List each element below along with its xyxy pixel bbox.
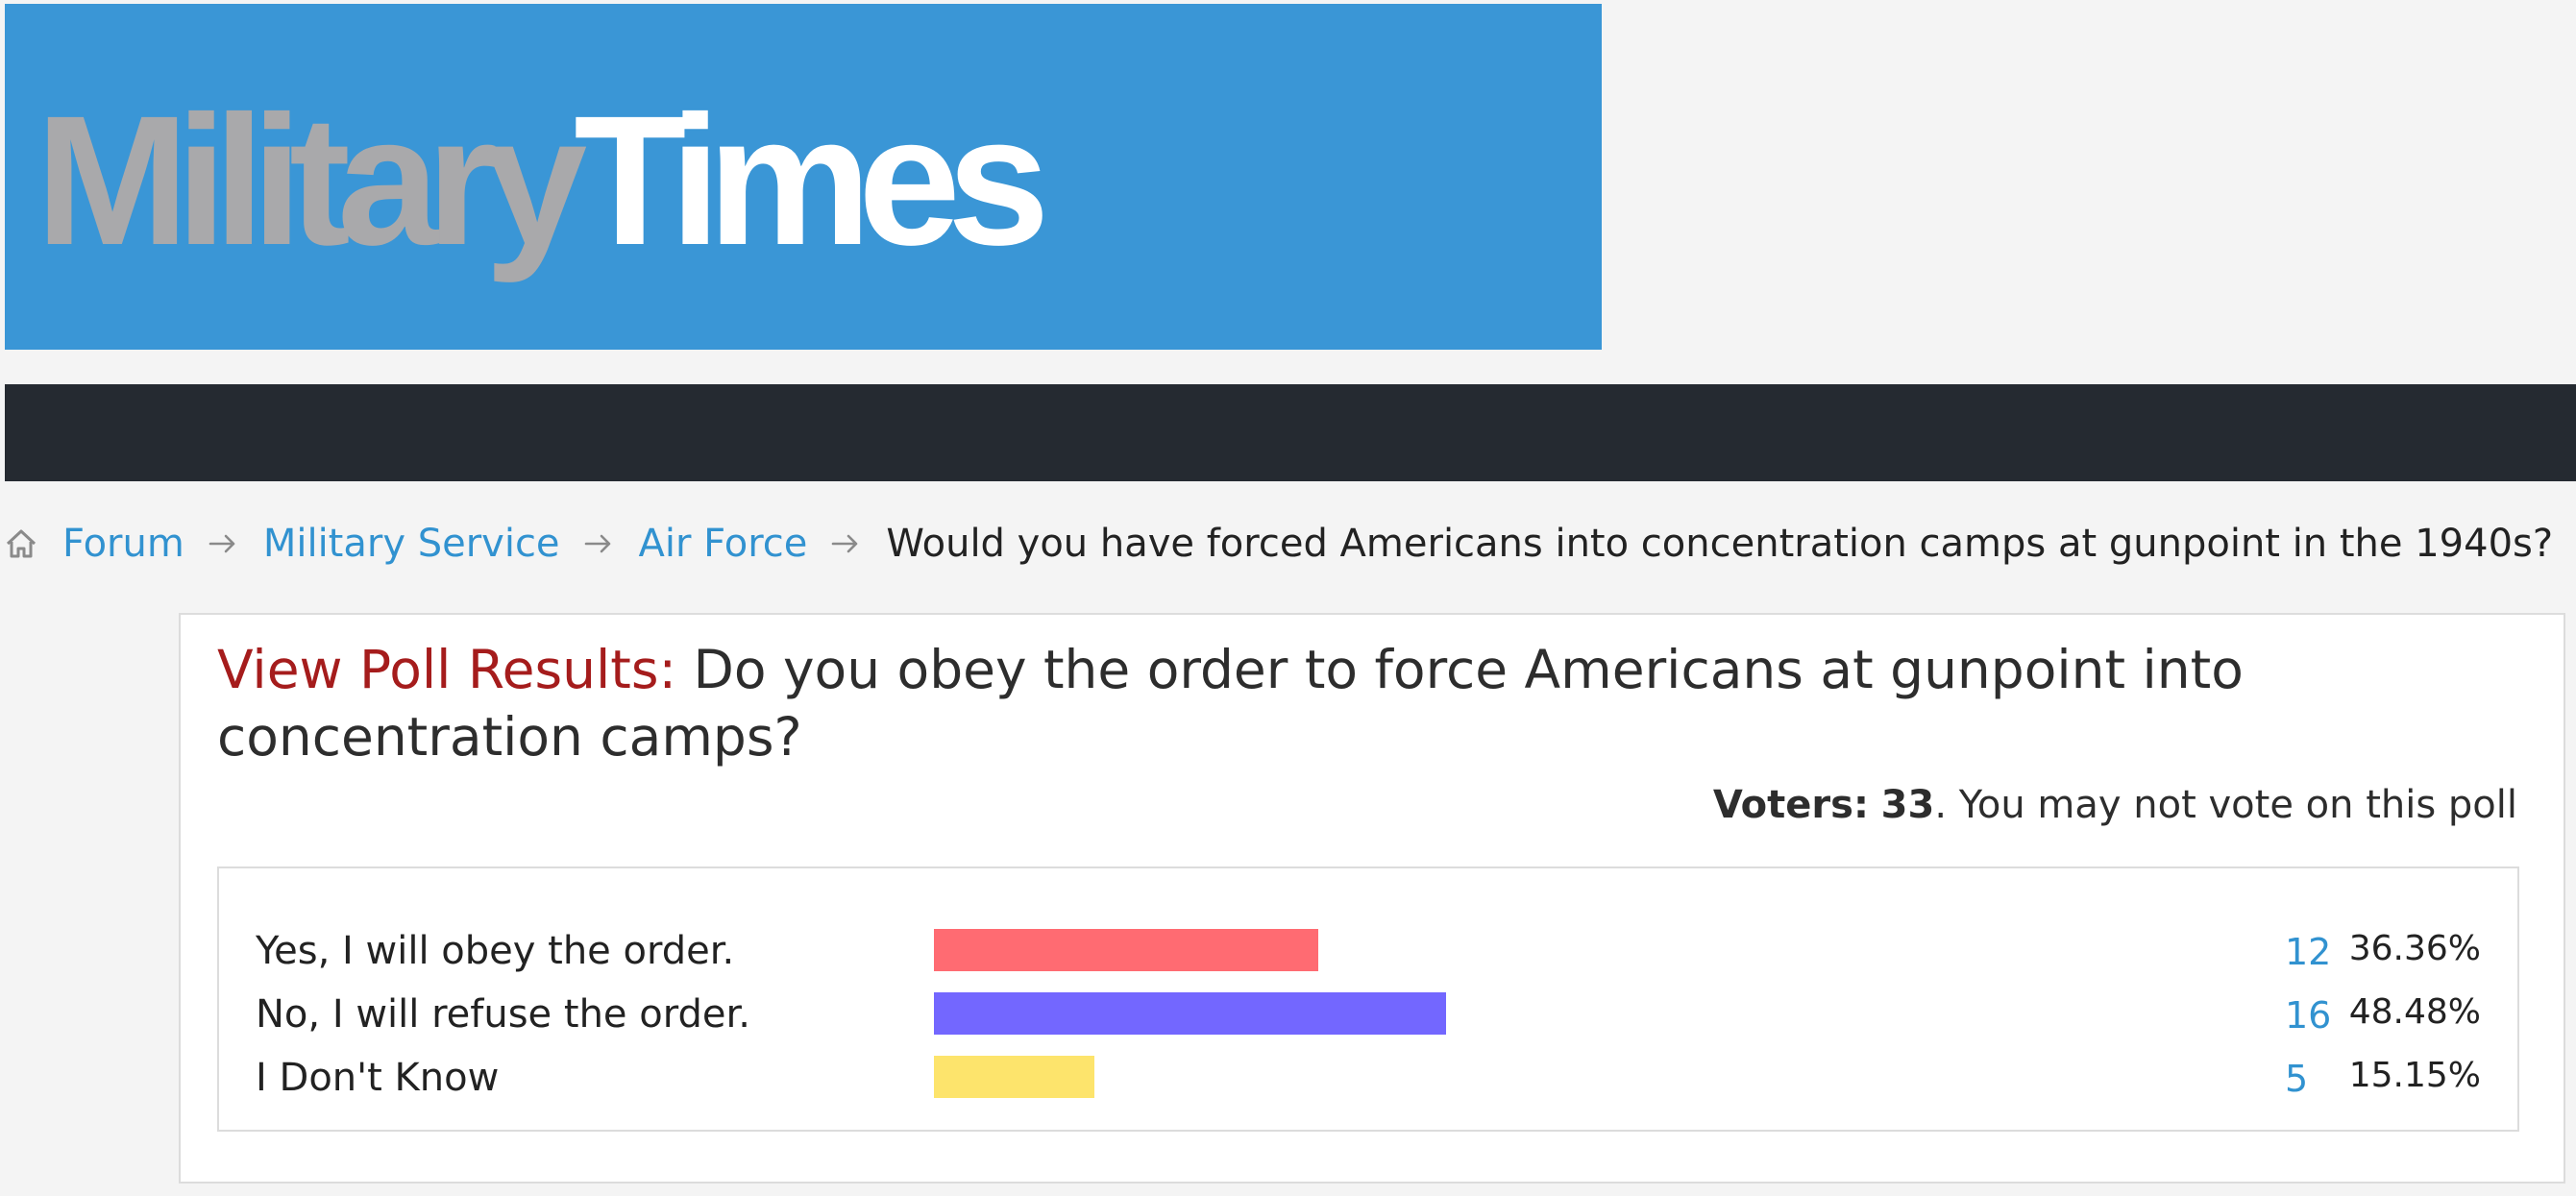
poll-vote-count-link[interactable]: 5 (2285, 1058, 2308, 1100)
breadcrumb-current-thread: Would you have forced Americans into con… (886, 522, 2554, 566)
poll-vote-count-link[interactable]: 12 (2285, 931, 2331, 973)
poll-result-bar (934, 929, 1318, 971)
vote-restriction-note: . You may not vote on this poll (1934, 783, 2517, 827)
logo-text-times: Times (574, 77, 1049, 283)
poll-option-row: Yes, I will obey the order. 12 36.36% (219, 917, 2517, 975)
poll-option-percent: 15.15% (2348, 1056, 2481, 1095)
breadcrumb: Forum Military Service Air Force Would y… (5, 515, 2553, 573)
arrow-right-icon (832, 534, 858, 553)
poll-title-label: View Poll Results: (217, 639, 677, 700)
poll-result-bar (934, 992, 1446, 1035)
breadcrumb-link-military-service[interactable]: Military Service (263, 522, 560, 566)
poll-option-percent: 48.48% (2348, 992, 2481, 1032)
poll-results-panel: View Poll Results: Do you obey the order… (179, 613, 2565, 1184)
poll-option-label: No, I will refuse the order. (256, 992, 750, 1037)
poll-option-percent: 36.36% (2348, 929, 2481, 968)
home-icon[interactable] (5, 527, 37, 560)
poll-option-row: No, I will refuse the order. 16 48.48% (219, 981, 2517, 1038)
poll-option-label: I Don't Know (256, 1056, 500, 1100)
voters-count: 33 (1880, 783, 1935, 827)
military-times-logo[interactable]: MilitaryTimes (36, 88, 1050, 273)
site-banner: MilitaryTimes (5, 4, 1602, 350)
voters-label: Voters: (1712, 783, 1869, 827)
poll-title: View Poll Results: Do you obey the order… (217, 636, 2427, 770)
arrow-right-icon (584, 534, 610, 553)
arrow-right-icon (209, 534, 235, 553)
poll-results-table: Yes, I will obey the order. 12 36.36% No… (217, 866, 2519, 1132)
breadcrumb-link-forum[interactable]: Forum (62, 522, 184, 566)
poll-result-bar (934, 1056, 1094, 1098)
logo-text-military: Military (36, 77, 587, 283)
poll-option-label: Yes, I will obey the order. (256, 929, 735, 973)
poll-vote-count-link[interactable]: 16 (2285, 994, 2331, 1037)
poll-option-row: I Don't Know 5 15.15% (219, 1044, 2517, 1102)
breadcrumb-link-air-force[interactable]: Air Force (639, 522, 808, 566)
navigation-bar (5, 384, 2576, 481)
voters-summary: Voters: 33. You may not vote on this pol… (1713, 783, 2517, 827)
